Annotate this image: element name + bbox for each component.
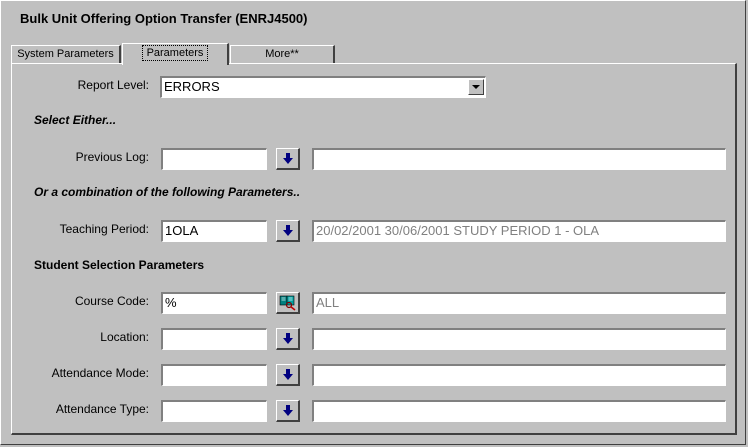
tab-more[interactable]: More**: [230, 45, 335, 64]
window-title: Bulk Unit Offering Option Transfer (ENRJ…: [20, 11, 308, 26]
tab-system-parameters[interactable]: System Parameters: [11, 45, 121, 64]
tab-label: More**: [265, 48, 299, 60]
tab-parameters[interactable]: Parameters: [122, 43, 229, 65]
window-frame: Bulk Unit Offering Option Transfer (ENRJ…: [0, 0, 746, 445]
parameters-panel: [11, 63, 737, 435]
tab-label: Parameters: [141, 45, 209, 61]
tab-label: System Parameters: [17, 48, 114, 60]
